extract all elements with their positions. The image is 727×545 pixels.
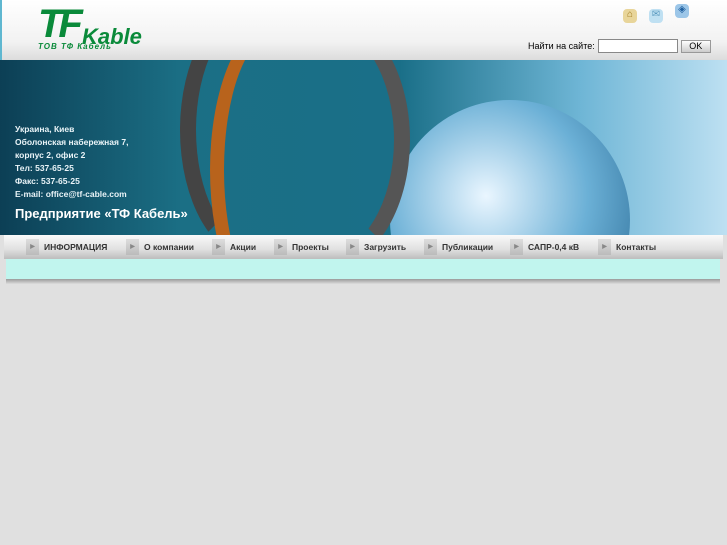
address-line: Оболонская набережная 7, (15, 137, 129, 147)
nav-label: О компании (144, 242, 194, 252)
nav-label: Контакты (616, 242, 657, 252)
fax: Факс: 537-65-25 (15, 176, 80, 186)
sitemap-icon[interactable]: ◈ (675, 4, 689, 18)
address-line: корпус 2, офис 2 (15, 150, 86, 160)
slogan: Предприятие «ТФ Кабель» (15, 206, 188, 221)
arrow-icon: ▶ (424, 239, 437, 255)
arrow-icon: ▶ (598, 239, 611, 255)
nav-label: Публикации (442, 242, 494, 252)
nav-label: Проекты (292, 242, 329, 252)
globe-image (390, 100, 630, 235)
main-nav: ▶ ИНФОРМАЦИЯ ▶ О компании ▶ Акции ▶ Проекты … (4, 235, 723, 259)
content-area (6, 284, 720, 545)
logo[interactable]: TF Kable ТОВ ТФ Кабель (38, 4, 142, 51)
nav-contacts[interactable]: ▶ Контакты (598, 235, 678, 259)
nav-projects[interactable]: ▶ Проекты (274, 235, 346, 259)
arrow-icon: ▶ (274, 239, 287, 255)
home-icon[interactable]: ⌂ (623, 9, 637, 23)
nav-about[interactable]: ▶ О компании (126, 235, 212, 259)
phone: Тел: 537-65-25 (15, 163, 74, 173)
banner: Украина, Киев Оболонская набережная 7, к… (0, 60, 727, 235)
search-label: Найти на сайте: (528, 41, 595, 51)
arrow-icon: ▶ (510, 239, 523, 255)
search-ok-button[interactable]: OK (680, 39, 711, 53)
arrow-icon: ▶ (26, 239, 39, 255)
subnav-strip (6, 259, 720, 279)
nav-label: ИНФОРМАЦИЯ (44, 242, 108, 252)
logo-kable: Kable (82, 24, 142, 49)
arrow-icon: ▶ (126, 239, 139, 255)
nav-label: Загрузить (364, 242, 407, 252)
header-bar: TF Kable ТОВ ТФ Кабель ⌂ ✉ ◈ Найти на са… (0, 0, 727, 60)
contact-info: Украина, Киев Оболонская набережная 7, к… (15, 123, 128, 201)
nav-publications[interactable]: ▶ Публикации (424, 235, 510, 259)
arrow-icon: ▶ (212, 239, 225, 255)
nav-info[interactable]: ▶ ИНФОРМАЦИЯ (26, 235, 126, 259)
address-line: Украина, Киев (15, 124, 75, 134)
nav-label: Акции (230, 242, 257, 252)
search-form: Найти на сайте: OK (528, 39, 711, 53)
nav-label: САПР-0,4 кВ (528, 242, 580, 252)
email[interactable]: E-mail: office@tf-cable.com (15, 188, 128, 201)
mail-icon[interactable]: ✉ (649, 9, 663, 23)
nav-promo[interactable]: ▶ Акции (212, 235, 274, 259)
arrow-icon: ▶ (346, 239, 359, 255)
nav-sapr[interactable]: ▶ САПР-0,4 кВ (510, 235, 598, 259)
nav-download[interactable]: ▶ Загрузить (346, 235, 424, 259)
cable-image (240, 60, 410, 235)
search-input[interactable] (597, 39, 678, 53)
